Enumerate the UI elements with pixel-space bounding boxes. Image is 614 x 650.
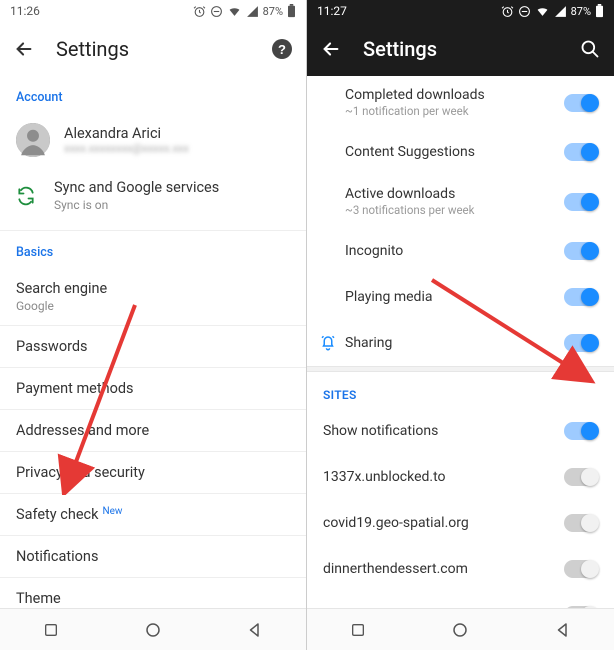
row-completed-downloads[interactable]: Completed downloads ~1 notification per … xyxy=(307,76,614,129)
row-site-2[interactable]: dinnerthendessert.com xyxy=(307,546,614,592)
status-bar: 11:26 87% xyxy=(0,0,306,22)
row-search-engine[interactable]: Search engine Google xyxy=(0,268,306,325)
row-addresses[interactable]: Addresses and more xyxy=(0,409,306,451)
item-label: Completed downloads xyxy=(345,87,564,103)
nav-recent-button[interactable] xyxy=(40,619,62,641)
search-icon xyxy=(580,39,600,59)
row-site-3[interactable]: gourmandelle.com xyxy=(307,592,614,608)
row-incognito[interactable]: Incognito xyxy=(307,228,614,274)
new-badge: New xyxy=(102,506,122,517)
section-basics: Basics xyxy=(0,230,306,268)
notifications-label: Notifications xyxy=(16,548,290,565)
toggle-site-3[interactable] xyxy=(564,606,598,608)
app-header: Settings ? xyxy=(0,22,306,76)
battery-icon xyxy=(595,4,604,18)
battery-pct: 87% xyxy=(263,5,283,18)
sync-subtitle: Sync is on xyxy=(54,198,219,212)
page-title: Settings xyxy=(363,37,578,61)
row-content-suggestions[interactable]: Content Suggestions xyxy=(307,129,614,175)
alarm-icon xyxy=(193,5,206,18)
back-button[interactable] xyxy=(12,37,36,61)
row-site-1[interactable]: covid19.geo-spatial.org xyxy=(307,500,614,546)
account-email: xxxx.xxxxxxxx@xxxxx.xxx xyxy=(64,142,189,155)
item-label: Active downloads xyxy=(345,186,564,202)
theme-label: Theme xyxy=(16,590,290,607)
row-site-0[interactable]: 1337x.unblocked.to xyxy=(307,454,614,500)
row-safety-check[interactable]: Safety check New xyxy=(0,493,306,535)
status-icons: 87% xyxy=(501,4,604,18)
row-show-notifications[interactable]: Show notifications xyxy=(307,408,614,454)
item-label: Incognito xyxy=(345,243,564,259)
status-time: 11:27 xyxy=(317,4,347,18)
section-account: Account xyxy=(0,76,306,113)
toggle-site-0[interactable] xyxy=(564,468,598,486)
arrow-left-icon xyxy=(13,38,35,60)
site-label: dinnerthendessert.com xyxy=(323,561,564,577)
nav-recent-button[interactable] xyxy=(347,619,369,641)
status-icons: 87% xyxy=(193,4,296,18)
nav-home-button[interactable] xyxy=(449,619,471,641)
status-time: 11:26 xyxy=(10,4,40,18)
signal-icon xyxy=(246,5,259,18)
item-sub: ~3 notifications per week xyxy=(345,203,564,217)
row-privacy[interactable]: Privacy and security xyxy=(0,451,306,493)
safety-check-label: Safety check xyxy=(16,506,98,523)
avatar xyxy=(16,123,50,157)
account-row[interactable]: Alexandra Arici xxxx.xxxxxxxx@xxxxx.xxx xyxy=(0,113,306,169)
annotation-arrow-right xyxy=(427,275,597,405)
arrow-left-icon xyxy=(320,38,342,60)
nav-back-button[interactable] xyxy=(552,619,574,641)
bell-icon xyxy=(319,334,337,352)
nav-back-button[interactable] xyxy=(244,619,266,641)
phone-right: 11:27 87% Settings Completed downloads ~… xyxy=(307,0,614,650)
site-label: covid19.geo-spatial.org xyxy=(323,515,564,531)
sync-icon xyxy=(16,186,36,206)
page-title: Settings xyxy=(56,37,270,61)
wifi-icon xyxy=(227,5,242,18)
toggle-content-suggestions[interactable] xyxy=(564,143,598,161)
dnd-icon xyxy=(518,5,531,18)
back-button[interactable] xyxy=(319,37,343,61)
toggle-incognito[interactable] xyxy=(564,242,598,260)
sync-row[interactable]: Sync and Google services Sync is on xyxy=(0,169,306,226)
account-name: Alexandra Arici xyxy=(64,125,189,142)
row-payment-methods[interactable]: Payment methods xyxy=(0,367,306,409)
app-header: Settings xyxy=(307,22,614,76)
settings-body: Account Alexandra Arici xxxx.xxxxxxxx@xx… xyxy=(0,76,306,608)
toggle-completed-downloads[interactable] xyxy=(564,94,598,112)
nav-bar xyxy=(0,608,306,650)
nav-home-button[interactable] xyxy=(142,619,164,641)
wifi-icon xyxy=(535,5,550,18)
status-bar: 11:27 87% xyxy=(307,0,614,22)
annotation-arrow-left xyxy=(50,295,150,495)
item-label: Content Suggestions xyxy=(345,144,564,160)
toggle-active-downloads[interactable] xyxy=(564,193,598,211)
sync-title: Sync and Google services xyxy=(54,179,219,196)
help-button[interactable]: ? xyxy=(270,37,294,61)
help-icon: ? xyxy=(272,39,292,59)
signal-icon xyxy=(554,5,567,18)
row-passwords[interactable]: Passwords xyxy=(0,325,306,367)
item-label: Show notifications xyxy=(323,423,564,439)
battery-pct: 87% xyxy=(571,5,591,18)
alarm-icon xyxy=(501,5,514,18)
nav-bar xyxy=(307,608,614,650)
row-theme[interactable]: Theme xyxy=(0,577,306,608)
site-label: 1337x.unblocked.to xyxy=(323,469,564,485)
search-button[interactable] xyxy=(578,37,602,61)
item-sub: ~1 notification per week xyxy=(345,104,564,118)
row-notifications[interactable]: Notifications xyxy=(0,535,306,577)
battery-icon xyxy=(287,4,296,18)
dnd-icon xyxy=(210,5,223,18)
toggle-site-1[interactable] xyxy=(564,514,598,532)
phone-left: 11:26 87% Settings ? Account Alexandra A… xyxy=(0,0,307,650)
toggle-show-notifications[interactable] xyxy=(564,422,598,440)
toggle-site-2[interactable] xyxy=(564,560,598,578)
row-active-downloads[interactable]: Active downloads ~3 notifications per we… xyxy=(307,175,614,228)
